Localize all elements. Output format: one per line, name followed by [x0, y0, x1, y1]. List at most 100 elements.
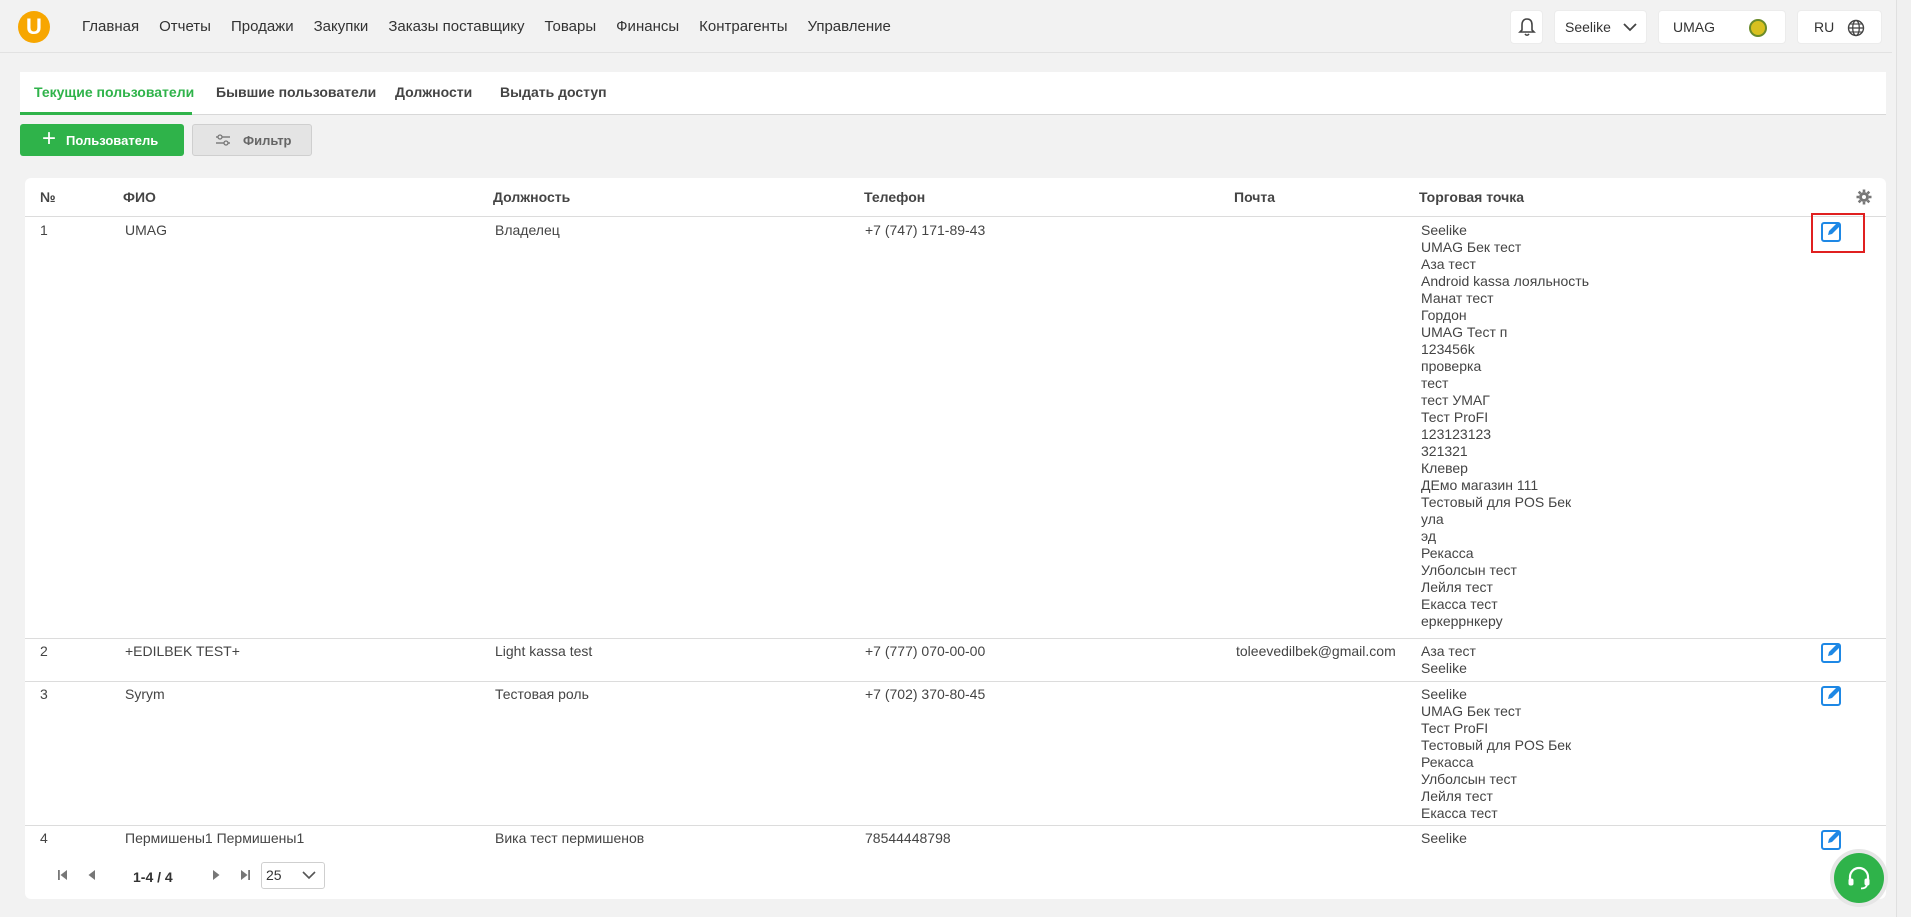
- store-item: 123123123: [1421, 426, 1492, 442]
- store-item: Аза тест: [1421, 643, 1476, 659]
- store-item: проверка: [1421, 358, 1482, 374]
- headset-icon: [1848, 866, 1870, 890]
- store-item: UMAG Бек тест: [1421, 703, 1522, 719]
- menu-item-home[interactable]: Главная: [82, 18, 139, 35]
- store-item: Манат тест: [1421, 290, 1494, 306]
- globe-icon: [1847, 19, 1865, 37]
- edit-icon[interactable]: [1821, 828, 1843, 850]
- store-item: Рекасса: [1421, 754, 1474, 770]
- main-menu: Главная Отчеты Продажи Закупки Заказы по…: [82, 18, 891, 35]
- store-item: Seelike: [1421, 660, 1467, 676]
- row-number: 3: [40, 686, 48, 702]
- user-phone: +7 (747) 171-89-43: [865, 222, 986, 238]
- language-code: RU: [1814, 19, 1835, 35]
- next-page-icon[interactable]: [212, 870, 220, 880]
- umag-logo[interactable]: U: [18, 11, 50, 43]
- page-size-select[interactable]: 25: [261, 862, 325, 889]
- filter-label: Фильтр: [243, 132, 292, 148]
- add-user-button[interactable]: + Пользователь: [20, 124, 184, 156]
- prev-page-icon[interactable]: [88, 870, 96, 880]
- menu-item-supplier-orders[interactable]: Заказы поставщику: [388, 18, 524, 35]
- store-item: еркеррнкеру: [1421, 613, 1503, 629]
- menu-item-products[interactable]: Товары: [545, 18, 597, 35]
- plus-icon: +: [42, 125, 57, 152]
- store-list: Seelike UMAG Бек тест Аза тест Android k…: [1421, 222, 1589, 630]
- store-item: Улболсын тест: [1421, 771, 1517, 787]
- col-position: Должность: [493, 189, 571, 205]
- menu-item-finance[interactable]: Финансы: [616, 18, 679, 35]
- language-selector[interactable]: RU: [1797, 10, 1882, 44]
- chevron-down-icon: [1623, 23, 1637, 32]
- tab-positions[interactable]: Должности: [395, 84, 472, 100]
- last-page-icon[interactable]: [240, 870, 250, 880]
- store-item: Гордон: [1421, 307, 1467, 323]
- edit-highlight-box: [1811, 213, 1865, 253]
- store-item: 123456k: [1421, 341, 1475, 357]
- users-tabs: Текущие пользователи Бывшие пользователи…: [20, 72, 1886, 115]
- store-item: Клевер: [1421, 460, 1468, 476]
- store-item: Тестовый для POS Бек: [1421, 494, 1572, 510]
- store-item: Тест ProFI: [1421, 720, 1489, 736]
- store-item: эд: [1421, 528, 1437, 544]
- store-item: Seelike: [1421, 830, 1467, 846]
- row-number: 1: [40, 222, 48, 238]
- menu-item-management[interactable]: Управление: [807, 18, 890, 35]
- notifications-button[interactable]: [1510, 10, 1543, 44]
- user-position: Light kassa test: [495, 643, 593, 659]
- menu-item-sales[interactable]: Продажи: [231, 18, 294, 35]
- table-header: № ФИО Должность Телефон Почта Торговая т…: [25, 178, 1886, 217]
- user-name: UMAG: [1673, 19, 1715, 35]
- page-range: 1-4 / 4: [133, 869, 173, 885]
- gear-icon[interactable]: [1856, 189, 1872, 205]
- store-item: Seelike: [1421, 686, 1467, 702]
- store-list: Seelike: [1421, 830, 1467, 847]
- user-name: Пермишены1 Пермишены1: [125, 830, 305, 846]
- store-item: Рекасса: [1421, 545, 1474, 561]
- users-table: № ФИО Должность Телефон Почта Торговая т…: [25, 178, 1886, 899]
- support-chat-button[interactable]: [1834, 853, 1884, 903]
- store-item: Лейля тест: [1421, 788, 1493, 804]
- filter-button[interactable]: Фильтр: [192, 124, 312, 156]
- store-item: Аза тест: [1421, 256, 1476, 272]
- col-number: №: [40, 189, 56, 205]
- company-name: Seelike: [1565, 19, 1611, 35]
- avatar: [1749, 19, 1767, 37]
- menu-item-purchases[interactable]: Закупки: [314, 18, 369, 35]
- chevron-down-icon: [302, 871, 316, 880]
- store-item: Екасса тест: [1421, 596, 1498, 612]
- edit-icon[interactable]: [1821, 684, 1843, 706]
- sliders-icon: [216, 134, 230, 146]
- store-item: UMAG Бек тест: [1421, 239, 1522, 255]
- user-name: Syrym: [125, 686, 165, 702]
- menu-item-reports[interactable]: Отчеты: [159, 18, 211, 35]
- table-row: 2 +EDILBEK TEST+ Light kassa test +7 (77…: [25, 639, 1886, 682]
- page-scrollbar[interactable]: [1896, 0, 1911, 917]
- user-phone: 78544448798: [865, 830, 951, 846]
- tab-current-users[interactable]: Текущие пользователи: [34, 84, 194, 100]
- store-list: Аза тест Seelike: [1421, 643, 1476, 677]
- store-item: Тест ProFI: [1421, 409, 1489, 425]
- page-size-value: 25: [266, 867, 282, 883]
- edit-icon[interactable]: [1821, 641, 1843, 663]
- store-item: ДЕмо магазин 111: [1421, 477, 1539, 493]
- store-item: Лейля тест: [1421, 579, 1493, 595]
- store-item: UMAG Тест п: [1421, 324, 1508, 340]
- store-item: Seelike: [1421, 222, 1467, 238]
- store-list: Seelike UMAG Бек тест Тест ProFI Тестовы…: [1421, 686, 1571, 822]
- user-position: Владелец: [495, 222, 560, 238]
- active-tab-indicator: [20, 112, 192, 115]
- company-selector[interactable]: Seelike: [1554, 10, 1647, 44]
- tab-grant-access[interactable]: Выдать доступ: [500, 84, 607, 100]
- first-page-icon[interactable]: [58, 870, 68, 880]
- user-position: Тестовая роль: [495, 686, 589, 702]
- menu-item-counterparties[interactable]: Контрагенты: [699, 18, 787, 35]
- tab-former-users[interactable]: Бывшие пользователи: [216, 84, 376, 100]
- user-email: toleevedilbek@gmail.com: [1236, 643, 1396, 659]
- bell-icon: [1517, 18, 1536, 37]
- store-item: тест: [1421, 375, 1449, 391]
- store-item: Android kassa лояльность: [1421, 273, 1589, 289]
- table-row: 4 Пермишены1 Пермишены1 Вика тест пермиш…: [25, 826, 1886, 856]
- store-item: Улболсын тест: [1421, 562, 1517, 578]
- store-item: ула: [1421, 511, 1444, 527]
- user-menu-button[interactable]: UMAG: [1658, 10, 1786, 44]
